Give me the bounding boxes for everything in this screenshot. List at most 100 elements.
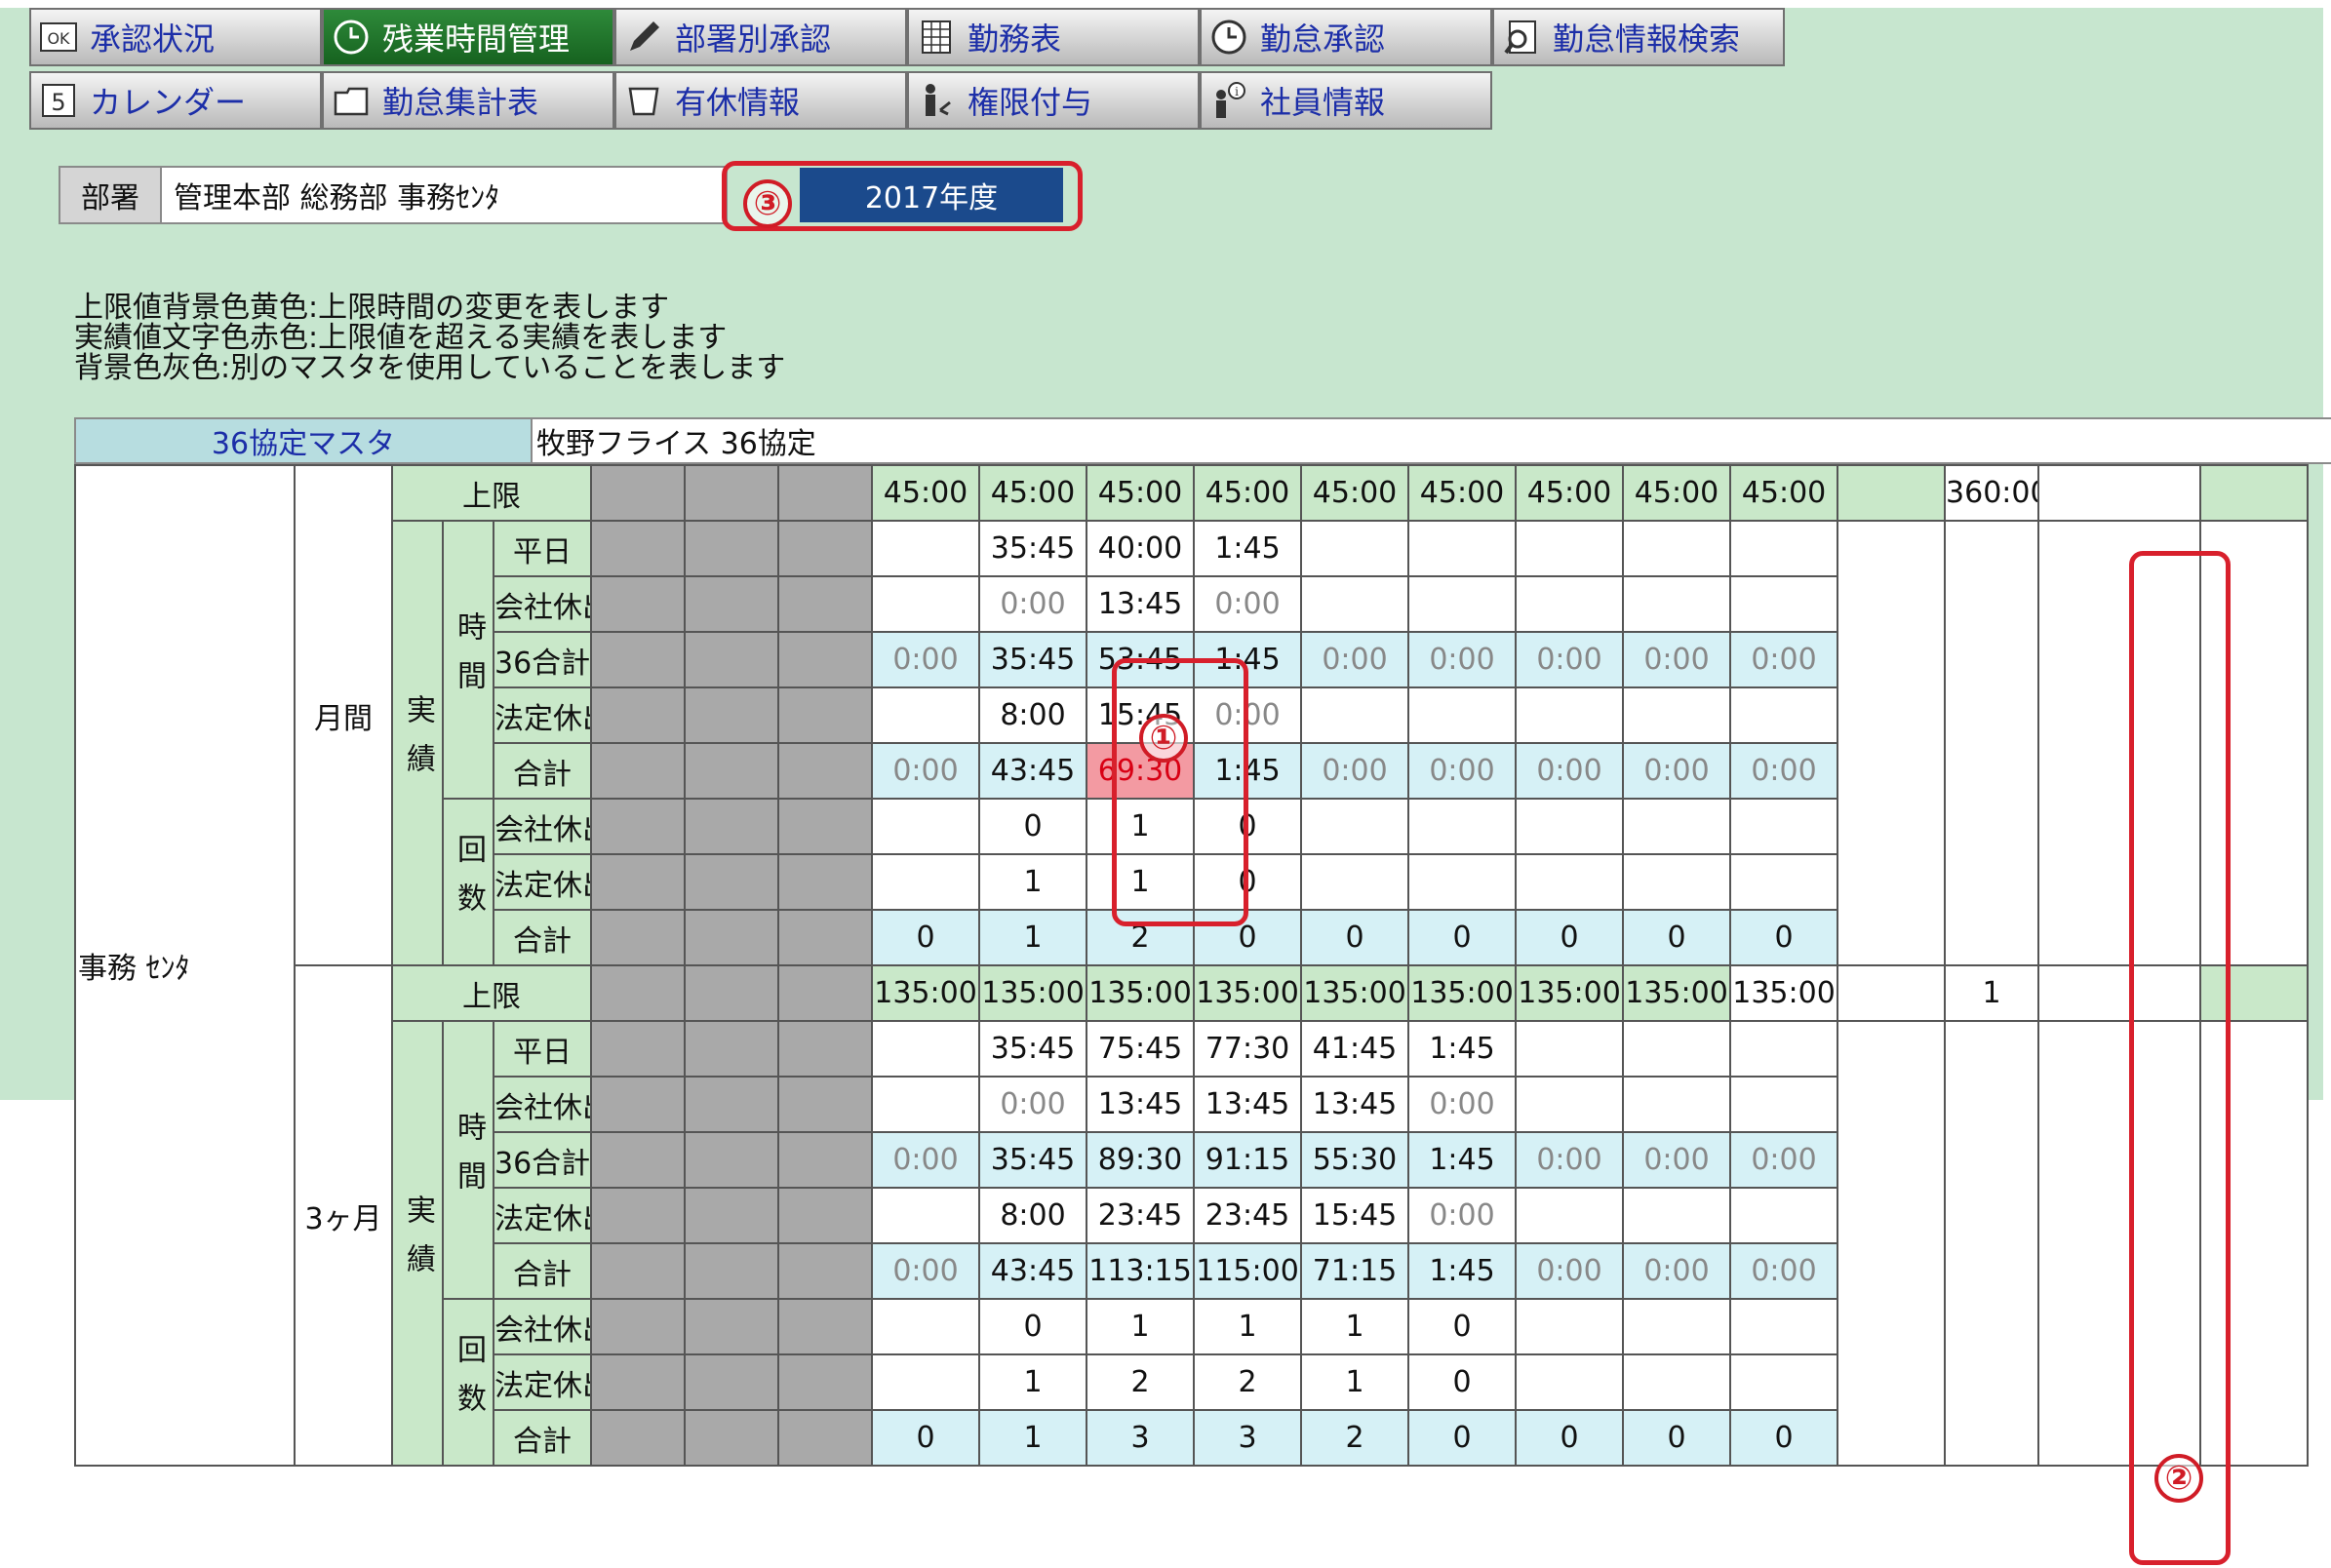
value-cell: 1 (1300, 1298, 1410, 1355)
value-cell: 0:00 (871, 1131, 981, 1189)
spacer-cell (1837, 464, 1947, 522)
nav-label: 勤怠情報検索 (1553, 20, 1741, 58)
value-cell: 1 (978, 1409, 1088, 1467)
value-cell: 1:45 (1407, 1242, 1518, 1300)
value-cell: 35:45 (978, 1131, 1088, 1189)
nav-label: 社員情報 (1260, 84, 1386, 121)
value-cell (1729, 1020, 1839, 1078)
value-cell (1622, 1020, 1732, 1078)
value-cell (1622, 853, 1732, 911)
svg-text:i: i (1235, 85, 1239, 98)
value-cell: 0:00 (1729, 1242, 1839, 1300)
value-cell: 0 (978, 1298, 1088, 1355)
nav-approval-status[interactable]: OK 承認状況 (29, 8, 322, 66)
value-cell: 0:00 (1622, 742, 1732, 800)
gray-cell (684, 1020, 780, 1078)
limit-label: 上限 (390, 964, 593, 1022)
note-line: 上限値背景色黄色:上限時間の変更を表します (74, 291, 670, 325)
person-icon (917, 81, 956, 120)
limit-value: 135:00 (1193, 964, 1303, 1022)
limit-total-cell: 360:00 (1944, 464, 2040, 522)
person-info-icon: i (1209, 81, 1248, 120)
legend-notes: 上限値背景色黄色:上限時間の変更を表します 実績値文字色赤色:上限値を超える実績… (74, 293, 785, 383)
value-cell (1622, 686, 1732, 744)
gray-cell (684, 520, 780, 577)
gray-cell (684, 1298, 780, 1355)
gray-cell (684, 575, 780, 633)
gray-cell (590, 1242, 687, 1300)
value-cell: 2 (1193, 1353, 1303, 1411)
value-cell (1729, 853, 1839, 911)
value-cell (1407, 853, 1518, 911)
gray-cell (590, 964, 687, 1022)
value-cell: 0:00 (1300, 631, 1410, 688)
spacer-cell (1837, 520, 1947, 966)
nav-paid-leave[interactable]: 有休情報 (614, 71, 907, 130)
magnifier-icon (1502, 18, 1541, 57)
value-cell: 3 (1193, 1409, 1303, 1467)
value-cell (871, 575, 981, 633)
value-cell: 55:30 (1300, 1131, 1410, 1189)
limit-value: 135:00 (1622, 964, 1732, 1022)
jikan-label: 時間 (442, 1020, 494, 1300)
limit-value: 45:00 (1622, 464, 1732, 522)
nav-label: カレンダー (90, 84, 247, 121)
limit-value: 135:00 (1086, 964, 1196, 1022)
value-cell (1515, 1187, 1625, 1244)
marker-2: ② (2154, 1454, 2203, 1503)
nav-attendance-summary[interactable]: 勤怠集計表 (322, 71, 614, 130)
value-cell: 13:45 (1193, 1076, 1303, 1133)
value-cell: 0:00 (1407, 631, 1518, 688)
value-cell (1515, 853, 1625, 911)
value-cell: 1:45 (1407, 1020, 1518, 1078)
value-cell: 35:45 (978, 1020, 1088, 1078)
row-label: 36合計 (492, 631, 593, 688)
nav-dept-approval[interactable]: 部署別承認 (614, 8, 907, 66)
gray-cell (590, 1298, 687, 1355)
value-cell (1622, 798, 1732, 855)
nav-work-schedule[interactable]: 勤務表 (907, 8, 1200, 66)
gray-cell (777, 1409, 874, 1467)
gray-cell (590, 742, 687, 800)
value-cell (1300, 798, 1410, 855)
value-cell: 75:45 (1086, 1020, 1196, 1078)
nav-employee-info[interactable]: i 社員情報 (1200, 71, 1492, 130)
nav-calendar[interactable]: 5 カレンダー (29, 71, 322, 130)
gray-cell (590, 1409, 687, 1467)
kaisuu-label: 回数 (442, 1298, 494, 1467)
value-cell (1622, 1298, 1732, 1355)
department-field[interactable]: 管理本部 総務部 事務ｾﾝﾀ (162, 166, 728, 224)
limit-value: 45:00 (871, 464, 981, 522)
nav-attendance-approval[interactable]: 勤怠承認 (1200, 8, 1492, 66)
value-cell: 0:00 (1407, 1076, 1518, 1133)
value-cell: 1:45 (1193, 520, 1303, 577)
jikan-label: 時間 (442, 520, 494, 800)
value-cell: 0:00 (1622, 1131, 1732, 1189)
gray-cell (777, 520, 874, 577)
gray-cell (590, 1187, 687, 1244)
value-cell: 0:00 (1407, 1187, 1518, 1244)
value-cell: 0:00 (978, 575, 1088, 633)
nav-overtime-management[interactable]: 残業時間管理 (322, 8, 614, 66)
period-cell: 3ヶ月 (294, 964, 393, 1467)
value-cell (1622, 1187, 1732, 1244)
nav-attendance-search[interactable]: 勤怠情報検索 (1492, 8, 1785, 66)
value-cell: 15:45 (1300, 1187, 1410, 1244)
value-cell: 23:45 (1086, 1187, 1196, 1244)
gray-cell (590, 1353, 687, 1411)
value-cell (1622, 1076, 1732, 1133)
value-cell: 0:00 (1407, 742, 1518, 800)
value-cell (1300, 686, 1410, 744)
gray-cell (777, 964, 874, 1022)
nav-grant-permission[interactable]: 権限付与 (907, 71, 1200, 130)
row-label: 合計 (492, 742, 593, 800)
value-cell (1729, 1076, 1839, 1133)
value-cell: 35:45 (978, 631, 1088, 688)
limit-value: 45:00 (1193, 464, 1303, 522)
gray-cell (684, 964, 780, 1022)
gray-cell (684, 464, 780, 522)
value-cell: 0:00 (1729, 1131, 1839, 1189)
value-cell: 43:45 (978, 1242, 1088, 1300)
nav-label: 権限付与 (968, 84, 1093, 121)
value-cell: 0 (1515, 909, 1625, 966)
